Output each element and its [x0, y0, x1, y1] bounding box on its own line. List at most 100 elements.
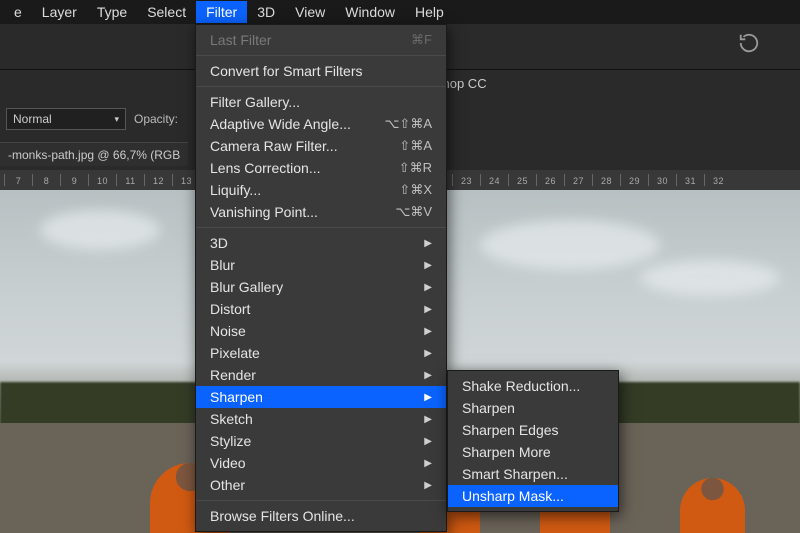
- submenu-arrow-icon: ▶: [424, 238, 432, 249]
- ruler-tick: 24: [480, 174, 508, 186]
- menu-item-label: Vanishing Point...: [210, 204, 318, 220]
- ruler-tick: 29: [620, 174, 648, 186]
- menu-item-render[interactable]: Render ▶: [196, 364, 446, 386]
- menu-item-label: Shake Reduction...: [462, 378, 580, 394]
- menu-item-shortcut: ⇧⌘R: [399, 160, 432, 176]
- blend-mode-value: Normal: [13, 112, 52, 126]
- ruler-tick: 12: [144, 174, 172, 186]
- menu-item-3d[interactable]: 3D▶: [196, 232, 446, 254]
- menu-separator: [196, 55, 446, 56]
- submenu-item-sharpen-edges[interactable]: Sharpen Edges: [448, 419, 618, 441]
- menu-item-distort[interactable]: Distort▶: [196, 298, 446, 320]
- menubar-item-layer[interactable]: Layer: [32, 1, 87, 23]
- submenu-arrow-icon: ▶: [424, 370, 432, 381]
- menu-item-label: Smart Sharpen...: [462, 466, 568, 482]
- menu-item-label: Stylize: [210, 433, 251, 449]
- submenu-arrow-icon: ▶: [424, 326, 432, 337]
- menu-item[interactable]: Adaptive Wide Angle... ⌥⇧⌘A: [196, 113, 446, 135]
- menu-item-label: Sharpen: [210, 389, 263, 405]
- filter-menu: Last Filter ⌘F Convert for Smart Filters…: [195, 24, 447, 532]
- menu-item-label: Distort: [210, 301, 250, 317]
- menu-separator: [196, 227, 446, 228]
- menubar-item-view[interactable]: View: [285, 1, 335, 23]
- menu-item-label: Adaptive Wide Angle...: [210, 116, 351, 132]
- ruler-tick: 31: [676, 174, 704, 186]
- ruler-tick: 23: [452, 174, 480, 186]
- ruler-tick: 28: [592, 174, 620, 186]
- menu-separator: [196, 86, 446, 87]
- menu-item-shortcut: ⌥⇧⌘A: [384, 116, 432, 132]
- menubar: eLayerTypeSelectFilter3DViewWindowHelp: [0, 0, 800, 24]
- menu-item-label: Liquify...: [210, 182, 261, 198]
- menu-item-video[interactable]: Video ▶: [196, 452, 446, 474]
- document-tab-label: -monks-path.jpg @ 66,7% (RGB: [8, 148, 180, 162]
- ruler-tick: 9: [60, 174, 88, 186]
- menu-item-label: Video: [210, 455, 246, 471]
- menu-item-shortcut: ⌘F: [411, 32, 432, 48]
- menu-item-label: Sketch: [210, 411, 253, 427]
- menu-item-label: Other: [210, 477, 245, 493]
- submenu-item-sharpen-more[interactable]: Sharpen More: [448, 441, 618, 463]
- ruler-tick: 25: [508, 174, 536, 186]
- menu-item-label: Filter Gallery...: [210, 94, 300, 110]
- submenu-arrow-icon: ▶: [424, 392, 432, 403]
- menu-item-label: Last Filter: [210, 32, 271, 48]
- submenu-arrow-icon: ▶: [424, 436, 432, 447]
- menu-item-convert-smart[interactable]: Convert for Smart Filters: [196, 60, 446, 82]
- menubar-item-e[interactable]: e: [4, 1, 32, 23]
- menu-item-label: Noise: [210, 323, 246, 339]
- ruler-tick: 8: [32, 174, 60, 186]
- submenu-arrow-icon: ▶: [424, 348, 432, 359]
- menu-item-label: Convert for Smart Filters: [210, 63, 362, 79]
- menu-item-label: Render: [210, 367, 256, 383]
- ruler-tick: 32: [704, 174, 732, 186]
- submenu-arrow-icon: ▶: [424, 458, 432, 469]
- menu-item[interactable]: Liquify...⇧⌘X: [196, 179, 446, 201]
- menu-item-pixelate[interactable]: Pixelate▶: [196, 342, 446, 364]
- menu-item-shortcut: ⇧⌘A: [399, 138, 432, 154]
- submenu-item-sharpen[interactable]: Sharpen: [448, 397, 618, 419]
- ruler-tick: 27: [564, 174, 592, 186]
- menu-item-label: Blur: [210, 257, 235, 273]
- menubar-item-window[interactable]: Window: [335, 1, 405, 23]
- menu-item-sketch[interactable]: Sketch ▶: [196, 408, 446, 430]
- submenu-arrow-icon: ▶: [424, 414, 432, 425]
- submenu-item-smart-sharpen-[interactable]: Smart Sharpen...: [448, 463, 618, 485]
- sharpen-submenu: Shake Reduction... Sharpen Sharpen Edges Sh…: [447, 370, 619, 512]
- menu-separator: [196, 500, 446, 501]
- menu-item-blur-gallery[interactable]: Blur Gallery▶: [196, 276, 446, 298]
- menubar-item-help[interactable]: Help: [405, 1, 454, 23]
- menu-item-noise[interactable]: Noise ▶: [196, 320, 446, 342]
- submenu-item-shake-reduction-[interactable]: Shake Reduction...: [448, 375, 618, 397]
- menubar-item-select[interactable]: Select: [137, 1, 196, 23]
- opacity-label: Opacity:: [134, 112, 178, 126]
- menu-item-sharpen[interactable]: Sharpen ▶: [196, 386, 446, 408]
- menubar-item-3d[interactable]: 3D: [247, 1, 285, 23]
- submenu-arrow-icon: ▶: [424, 480, 432, 491]
- blend-row: Normal ▾ Opacity:: [6, 108, 178, 130]
- menu-item-label: Sharpen Edges: [462, 422, 559, 438]
- menu-item[interactable]: Filter Gallery...: [196, 91, 446, 113]
- menu-item-label: Sharpen More: [462, 444, 551, 460]
- ruler-tick: 11: [116, 174, 144, 186]
- document-tab[interactable]: -monks-path.jpg @ 66,7% (RGB: [0, 142, 188, 166]
- menu-item-browse-filters[interactable]: Browse Filters Online...: [196, 505, 446, 527]
- menu-item-blur[interactable]: Blur▶: [196, 254, 446, 276]
- blend-mode-select[interactable]: Normal ▾: [6, 108, 126, 130]
- ruler-tick: 26: [536, 174, 564, 186]
- ruler-tick: 30: [648, 174, 676, 186]
- menu-item[interactable]: Lens Correction...⇧⌘R: [196, 157, 446, 179]
- menubar-item-filter[interactable]: Filter: [196, 1, 247, 23]
- menu-item[interactable]: Vanishing Point... ⌥⌘V: [196, 201, 446, 223]
- menu-item-last-filter[interactable]: Last Filter ⌘F: [196, 29, 446, 51]
- menu-item-label: Sharpen: [462, 400, 515, 416]
- menu-item-other[interactable]: Other ▶: [196, 474, 446, 496]
- menu-item-stylize[interactable]: Stylize ▶: [196, 430, 446, 452]
- chevron-down-icon: ▾: [114, 114, 119, 125]
- menubar-item-type[interactable]: Type: [87, 1, 137, 23]
- menu-item-shortcut: ⌥⌘V: [395, 204, 432, 220]
- refresh-icon[interactable]: [738, 32, 760, 54]
- menu-item-label: Blur Gallery: [210, 279, 283, 295]
- submenu-item-unsharp-mask-[interactable]: Unsharp Mask...: [448, 485, 618, 507]
- menu-item[interactable]: Camera Raw Filter...⇧⌘A: [196, 135, 446, 157]
